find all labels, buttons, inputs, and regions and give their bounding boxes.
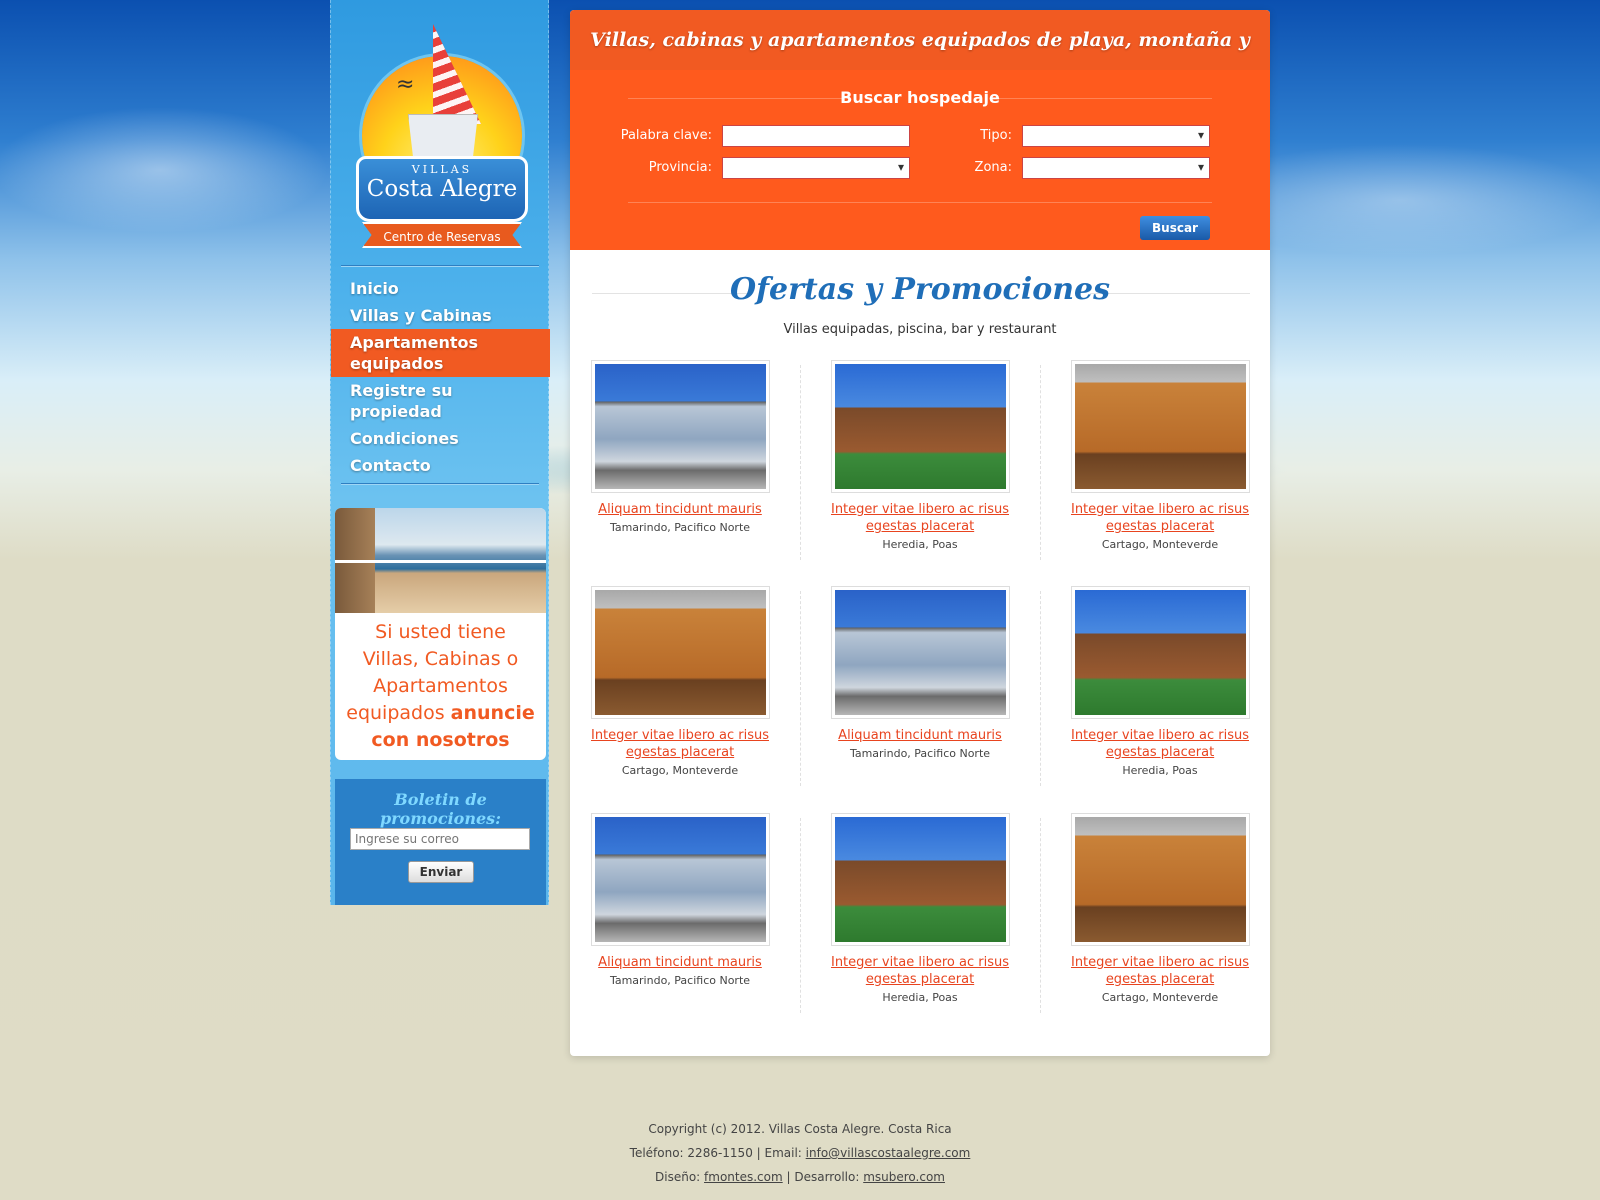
modern-house-image [834,590,1006,715]
offer-thumbnail[interactable] [1070,586,1250,719]
offer-card[interactable]: Integer vitae libero ac risus egestas pl… [1060,813,1260,1004]
terrace-image [335,508,546,613]
offer-thumbnail[interactable] [830,586,1010,719]
offer-card[interactable]: Integer vitae libero ac risus egestas pl… [1060,360,1260,551]
nav-item-contacto[interactable]: Contacto [331,452,550,479]
wood-house-image [1074,590,1246,715]
type-label: Tipo: [980,128,1012,143]
nav-item-villas[interactable]: Villas y Cabinas [331,302,550,329]
offer-title-link[interactable]: Aliquam tincidunt mauris [580,954,780,971]
footer-copyright: Copyright (c) 2012. Villas Costa Alegre.… [648,1122,952,1136]
column-divider [1040,818,1041,1013]
offer-title-link[interactable]: Integer vitae libero ac risus egestas pl… [1060,501,1260,535]
offer-card[interactable]: Integer vitae libero ac risus egestas pl… [1060,586,1260,777]
main-nav: Inicio Villas y Cabinas Apartamentos equ… [331,275,550,479]
offer-location: Heredia, Poas [882,538,958,551]
offer-location: Cartago, Monteverde [1101,991,1219,1004]
offer-title-link[interactable]: Integer vitae libero ac risus egestas pl… [580,727,780,761]
modern-house-image [594,817,766,942]
footer-design-link[interactable]: fmontes.com [704,1170,783,1184]
offer-title-link[interactable]: Integer vitae libero ac risus egestas pl… [820,501,1020,535]
offer-title-link[interactable]: Integer vitae libero ac risus egestas pl… [1060,954,1260,988]
type-select[interactable] [1022,125,1210,147]
zone-select[interactable] [1022,157,1210,179]
offer-location: Heredia, Poas [882,991,958,1004]
logo-villas-text: VILLAS [411,163,473,176]
logo-badge: VILLAS Costa Alegre [356,156,528,222]
main-content: Villas, cabinas y apartamentos equipados… [570,10,1270,1056]
log-cabin-image [594,590,766,715]
offer-card[interactable]: Integer vitae libero ac risus egestas pl… [820,813,1020,1004]
keyword-input[interactable] [722,125,910,147]
footer-contact: Teléfono: 2286-1150 | Email: info@villas… [629,1146,971,1160]
search-button[interactable]: Buscar [1140,216,1210,240]
wood-house-image [834,817,1006,942]
province-select[interactable] [722,157,910,179]
offer-title-link[interactable]: Integer vitae libero ac risus egestas pl… [1060,727,1260,761]
footer-email-link[interactable]: info@villascostaalegre.com [806,1146,971,1160]
offer-location: Cartago, Monteverde [621,764,739,777]
advertise-promo[interactable]: Si usted tiene Villas, Cabinas o Apartam… [335,508,546,760]
column-divider [800,818,801,1013]
column-divider [1040,365,1041,560]
zone-label: Zona: [974,160,1012,175]
offer-location: Tamarindo, Pacifico Norte [609,521,751,534]
nav-divider-bottom [341,483,539,485]
offers-subtitle: Villas equipadas, piscina, bar y restaur… [783,322,1057,337]
province-label: Provincia: [648,160,712,175]
offer-title-link[interactable]: Aliquam tincidunt mauris [820,727,1020,744]
logo-name-text: Costa Alegre [366,176,518,202]
offer-thumbnail[interactable] [1070,360,1250,493]
offer-location: Tamarindo, Pacifico Norte [609,974,751,987]
newsletter-title: Boletin de promociones: [379,790,502,828]
seagull-icon: ≈ [396,72,415,97]
nav-item-condiciones[interactable]: Condiciones [331,425,550,452]
offer-location: Heredia, Poas [1122,764,1198,777]
logo-ribbon: Centro de Reservas [362,222,522,248]
nav-item-inicio[interactable]: Inicio [331,275,550,302]
offer-card[interactable]: Aliquam tincidunt mauris Tamarindo, Pacif… [580,813,780,987]
newsletter-box: Boletin de promociones: Enviar [335,779,546,905]
nav-divider-top [341,265,539,267]
logo[interactable]: ≈ VILLAS Costa Alegre Centro de Reservas [356,18,528,250]
offer-card[interactable]: Aliquam tincidunt mauris Tamarindo, Pacif… [580,360,780,534]
offer-thumbnail[interactable] [590,813,770,946]
offer-card[interactable]: Aliquam tincidunt mauris Tamarindo, Pacif… [820,586,1020,760]
offer-location: Cartago, Monteverde [1101,538,1219,551]
offer-card[interactable]: Integer vitae libero ac risus egestas pl… [820,360,1020,551]
column-divider [1040,591,1041,786]
offer-thumbnail[interactable] [830,813,1010,946]
offer-thumbnail[interactable] [1070,813,1250,946]
page-banner: Villas, cabinas y apartamentos equipados… [570,10,1270,111]
column-divider [800,591,801,786]
nav-item-registre[interactable]: Registre su propiedad [331,377,550,425]
promo-text: Si usted tiene Villas, Cabinas o Apartam… [346,621,535,751]
footer-dev-link[interactable]: msubero.com [863,1170,945,1184]
offer-card[interactable]: Integer vitae libero ac risus egestas pl… [580,586,780,777]
offer-thumbnail[interactable] [590,586,770,719]
column-divider [800,365,801,560]
log-cabin-image [1074,364,1246,489]
offer-location: Tamarindo, Pacifico Norte [849,747,991,760]
newsletter-submit-button[interactable]: Enviar [408,861,474,883]
offers-title: Ofertas y Promociones [729,272,1111,307]
wood-house-image [834,364,1006,489]
search-panel: Buscar hospedaje Palabra clave: Tipo: Pr… [570,70,1270,250]
newsletter-email-input[interactable] [350,828,530,850]
offer-thumbnail[interactable] [590,360,770,493]
modern-house-image [594,364,766,489]
offer-title-link[interactable]: Integer vitae libero ac risus egestas pl… [820,954,1020,988]
nav-item-apartamentos[interactable]: Apartamentos equipados [331,329,550,377]
sidebar: ≈ VILLAS Costa Alegre Centro de Reservas… [330,0,550,905]
offer-thumbnail[interactable] [830,360,1010,493]
offer-title-link[interactable]: Aliquam tincidunt mauris [580,501,780,518]
keyword-label: Palabra clave: [620,128,712,143]
search-title: Buscar hospedaje [840,88,1000,107]
footer-credits: Diseño: fmontes.com | Desarrollo: msuber… [655,1170,945,1184]
log-cabin-image [1074,817,1246,942]
